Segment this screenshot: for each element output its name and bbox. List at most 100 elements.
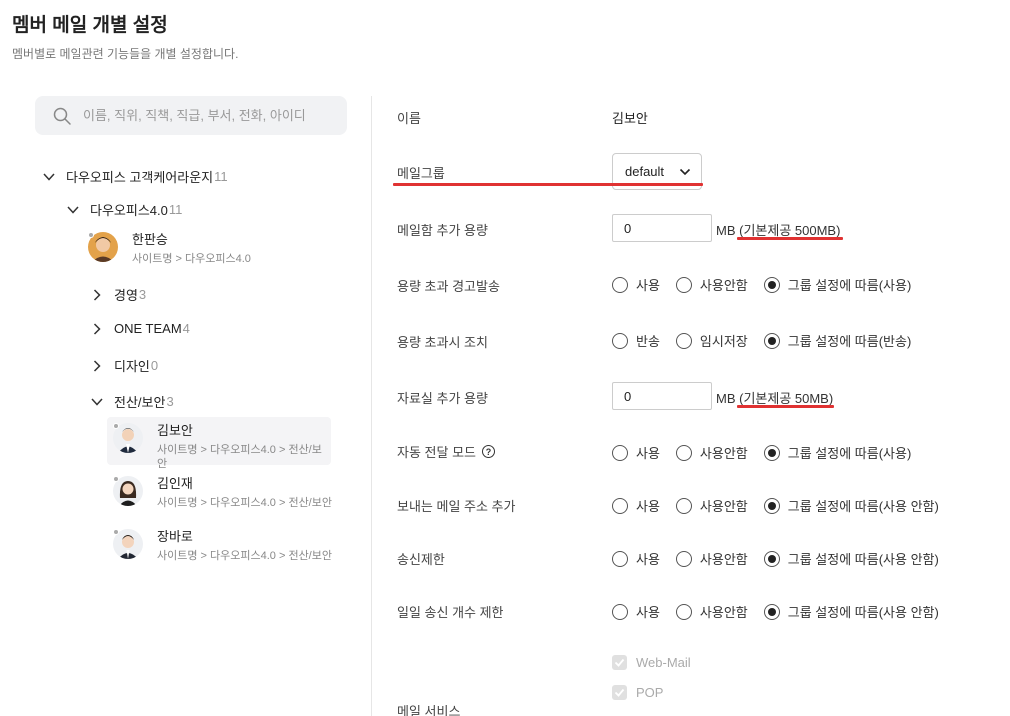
auto-forward-label: 자동 전달 모드 ? [397, 442, 495, 461]
daily-send-limit-radio-group: 사용 사용안함 그룹 설정에 따름(사용 안함) [612, 602, 955, 621]
service-pop-checkbox[interactable]: POP [612, 685, 663, 700]
avatar [113, 476, 143, 506]
service-webmail-checkbox[interactable]: Web-Mail [612, 655, 691, 670]
page-title: 멤버 메일 개별 설정 [12, 15, 168, 36]
tree-group-one-team[interactable]: ONE TEAM 4 [90, 321, 190, 336]
member-name: 김보안 [157, 423, 193, 438]
tree-group-management[interactable]: 경영 3 [90, 285, 146, 304]
chevron-right-icon[interactable] [90, 359, 104, 373]
tree-group-count: 3 [166, 394, 174, 409]
radio-not-use[interactable]: 사용안함 [675, 443, 748, 462]
mail-group-selected: default [625, 164, 665, 179]
auto-forward-label-text: 자동 전달 모드 [397, 445, 476, 460]
avatar [113, 529, 143, 559]
chevron-right-icon[interactable] [90, 322, 104, 336]
radio-not-use[interactable]: 사용안함 [675, 549, 748, 568]
auto-forward-radio-group: 사용 사용안함 그룹 설정에 따름(사용) [612, 443, 927, 462]
chevron-right-icon[interactable] [90, 288, 104, 302]
presence-dot [88, 232, 94, 238]
check-icon [612, 685, 627, 700]
chevron-down-icon [679, 166, 691, 178]
daily-send-limit-label: 일일 송신 개수 제한 [397, 605, 504, 620]
presence-dot [113, 529, 119, 535]
member-item[interactable]: 한판승 사이트명 > 다우오피스4.0 [88, 232, 251, 266]
send-limit-label: 송신제한 [397, 552, 445, 567]
radio-group-setting[interactable]: 그룹 설정에 따름(사용) [763, 275, 911, 294]
service-pop-label: POP [636, 685, 664, 700]
mailbox-capacity-input[interactable] [612, 214, 712, 242]
member-path: 사이트명 > 다우오피스4.0 [132, 253, 251, 265]
member-item-selected[interactable]: 김보안 사이트명 > 다우오피스4.0 > 전산/보안 [107, 417, 331, 470]
check-icon [612, 655, 627, 670]
highlight-underline [393, 183, 703, 186]
tree-group-design[interactable]: 디자인 0 [90, 356, 158, 375]
presence-dot [113, 423, 119, 429]
search-icon[interactable] [52, 106, 72, 126]
highlight-underline [737, 237, 843, 240]
member-path: 사이트명 > 다우오피스4.0 > 전산/보안 [157, 550, 332, 562]
radio-not-use[interactable]: 사용안함 [675, 496, 748, 515]
radio-not-use[interactable]: 사용안함 [675, 602, 748, 621]
avatar [88, 232, 118, 262]
radio-not-use[interactable]: 사용안함 [675, 275, 748, 294]
sender-address-label: 보내는 메일 주소 추가 [397, 499, 516, 514]
over-warning-label: 용량 초과 경고발송 [397, 279, 500, 294]
member-name: 한판승 [132, 232, 168, 247]
radio-group-setting[interactable]: 그룹 설정에 따름(사용 안함) [763, 549, 939, 568]
avatar [113, 423, 143, 453]
tree-dept-label: 다우오피스4.0 [90, 203, 168, 218]
tree-group-count: 4 [182, 321, 190, 336]
radio-use[interactable]: 사용 [612, 443, 660, 462]
radio-group-setting[interactable]: 그룹 설정에 따름(사용 안함) [763, 602, 939, 621]
archive-capacity-label: 자료실 추가 용량 [397, 391, 488, 406]
tree-dept-count: 11 [168, 202, 183, 217]
service-webmail-label: Web-Mail [636, 655, 691, 670]
radio-use[interactable]: 사용 [612, 549, 660, 568]
chevron-down-icon[interactable] [66, 203, 80, 217]
member-name: 장바로 [157, 529, 193, 544]
radio-group-setting[interactable]: 그룹 설정에 따름(사용 안함) [763, 496, 939, 515]
radio-group-setting[interactable]: 그룹 설정에 따름(사용) [763, 443, 911, 462]
chevron-down-icon[interactable] [42, 170, 56, 184]
presence-dot [113, 476, 119, 482]
search-input[interactable] [83, 96, 338, 135]
tree-dept[interactable]: 다우오피스4.0 11 [66, 200, 182, 219]
member-item[interactable]: 김인재 사이트명 > 다우오피스4.0 > 전산/보안 [113, 476, 332, 510]
tree-root[interactable]: 다우오피스 고객케어라운지 11 [42, 167, 228, 186]
tree-group-count: 3 [138, 287, 147, 302]
help-circle-icon[interactable]: ? [481, 445, 495, 458]
tree-root-label: 다우오피스 고객케어라운지 [66, 170, 214, 185]
archive-capacity-input[interactable] [612, 382, 712, 410]
mailbox-capacity-label: 메일함 추가 용량 [397, 223, 488, 238]
panel-divider [371, 96, 372, 716]
tree-group-label: 디자인 [114, 359, 150, 374]
tree-group-count: 0 [150, 358, 159, 373]
sender-address-radio-group: 사용 사용안함 그룹 설정에 따름(사용 안함) [612, 496, 955, 515]
mail-group-label: 메일그룹 [397, 166, 445, 181]
highlight-underline [737, 405, 834, 408]
member-path: 사이트명 > 다우오피스4.0 > 전산/보안 [157, 497, 332, 509]
radio-group-setting[interactable]: 그룹 설정에 따름(반송) [763, 331, 911, 350]
radio-return[interactable]: 반송 [612, 331, 660, 350]
radio-use[interactable]: 사용 [612, 275, 660, 294]
tree-group-label: 전산/보안 [114, 395, 166, 410]
send-limit-radio-group: 사용 사용안함 그룹 설정에 따름(사용 안함) [612, 549, 955, 568]
tree-group-label: ONE TEAM [114, 321, 182, 336]
member-item[interactable]: 장바로 사이트명 > 다우오피스4.0 > 전산/보안 [113, 529, 332, 563]
name-label: 이름 [397, 111, 421, 126]
member-path: 사이트명 > 다우오피스4.0 > 전산/보안 [157, 444, 322, 470]
tree-root-count: 11 [214, 169, 228, 184]
name-value: 김보안 [612, 111, 648, 126]
tree-group-it-security[interactable]: 전산/보안 3 [90, 392, 174, 411]
member-name: 김인재 [157, 476, 193, 491]
radio-use[interactable]: 사용 [612, 602, 660, 621]
over-warning-radio-group: 사용 사용안함 그룹 설정에 따름(사용) [612, 275, 927, 294]
mail-service-label: 메일 서비스 [397, 704, 461, 716]
page-description: 멤버별로 메일관련 기능들을 개별 설정합니다. [12, 47, 239, 61]
search-box [35, 96, 347, 135]
over-action-label: 용량 초과시 조치 [397, 335, 488, 350]
radio-temp-save[interactable]: 임시저장 [675, 331, 748, 350]
chevron-down-icon[interactable] [90, 395, 104, 409]
radio-use[interactable]: 사용 [612, 496, 660, 515]
tree-group-label: 경영 [114, 288, 138, 303]
